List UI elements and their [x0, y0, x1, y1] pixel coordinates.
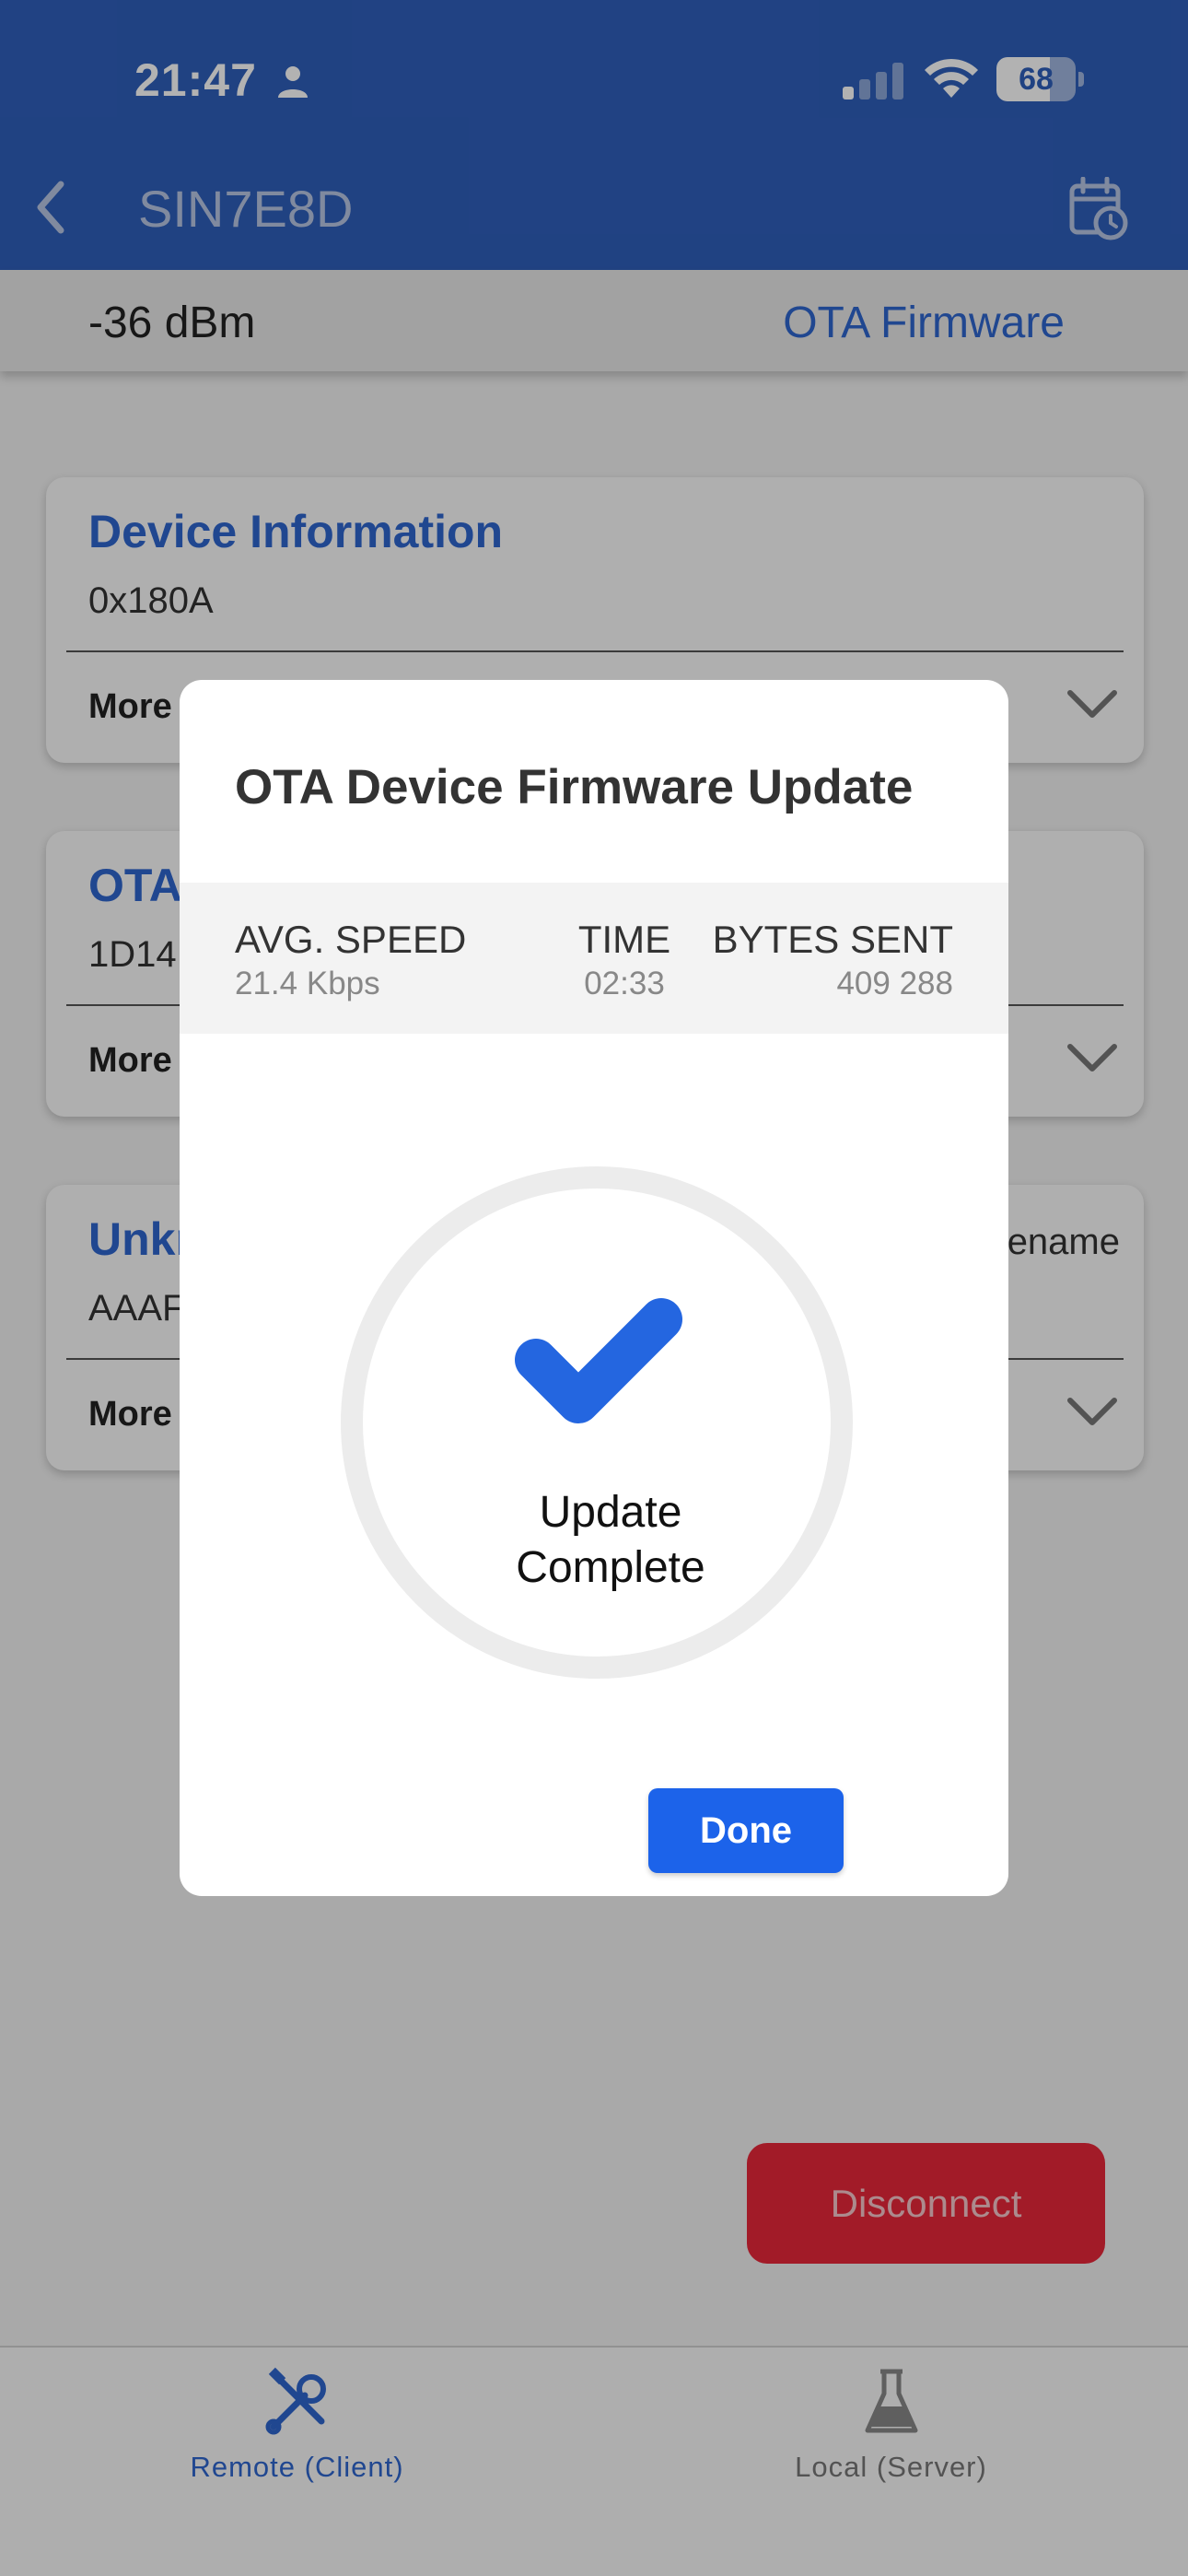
- bytes-sent-label: BYTES SENT: [712, 918, 953, 961]
- done-button[interactable]: Done: [648, 1788, 844, 1873]
- avg-speed-label: AVG. SPEED: [235, 918, 467, 961]
- ota-update-dialog: OTA Device Firmware Update AVG. SPEED 21…: [180, 680, 1008, 1896]
- status-line-2: Complete: [516, 1543, 705, 1592]
- time-label: TIME: [577, 918, 671, 961]
- time-value: 02:33: [584, 966, 665, 1001]
- checkmark-icon: [515, 1298, 682, 1423]
- status-line-1: Update: [540, 1488, 682, 1537]
- avg-speed-value: 21.4 Kbps: [235, 966, 380, 1001]
- transfer-stats: AVG. SPEED 21.4 Kbps TIME 02:33 BYTES SE…: [180, 883, 1008, 1034]
- bytes-sent-value: 409 288: [836, 966, 953, 1001]
- dialog-title: OTA Device Firmware Update: [235, 760, 914, 814]
- progress-ring: Update Complete: [341, 1166, 853, 1679]
